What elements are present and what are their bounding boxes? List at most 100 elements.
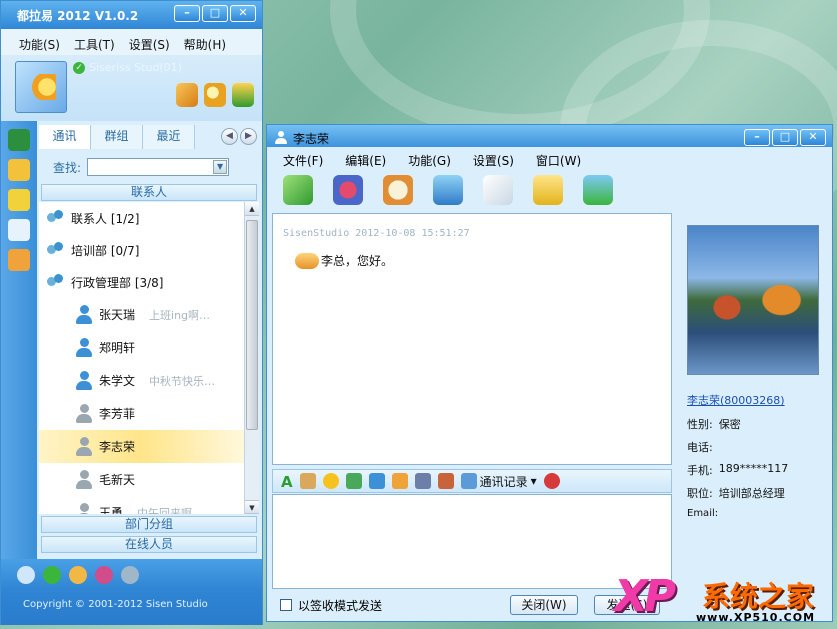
picture-icon[interactable] xyxy=(437,473,454,489)
user-offline-icon xyxy=(75,436,93,457)
chat-window-title: 李志荣 xyxy=(293,131,330,146)
globe-icon[interactable] xyxy=(121,566,139,584)
menu-settings[interactable]: 设置(S) xyxy=(473,152,514,171)
contact-name: 李芳菲 xyxy=(99,407,136,421)
contact-row[interactable]: 李芳菲 xyxy=(39,397,244,430)
contact-row[interactable]: 毛新天 xyxy=(39,463,244,496)
menu-function[interactable]: 功能(S) xyxy=(19,36,60,55)
brush-icon[interactable] xyxy=(95,566,113,584)
group-row[interactable]: 行政管理部 [3/8] xyxy=(39,266,244,298)
menu-file[interactable]: 文件(F) xyxy=(283,152,323,171)
contact-row[interactable]: 朱学文 中秋节快乐… xyxy=(39,364,244,397)
contact-row[interactable]: 郑明轩 xyxy=(39,331,244,364)
menu-function[interactable]: 功能(G) xyxy=(408,152,451,171)
prev-arrow-icon[interactable]: ◀ xyxy=(221,128,238,145)
tab-groups[interactable]: 群组 xyxy=(91,125,143,149)
close-chat-button[interactable]: 关闭(W) xyxy=(510,595,578,615)
search-user-icon[interactable] xyxy=(204,83,226,107)
main-window: 都拉易 2012 V1.0.2 – □ ✕ 功能(S) 工具(T) 设置(S) … xyxy=(0,0,263,625)
profile-header: ✓ Siseriss Stud(01) xyxy=(1,55,262,121)
search-input[interactable]: ▼ xyxy=(87,158,230,176)
chat-title-bar[interactable]: 李志荣 – □ ✕ xyxy=(267,125,832,147)
remote-desktop-icon[interactable] xyxy=(433,175,463,205)
video-call-icon[interactable] xyxy=(333,175,363,205)
scroll-up-icon[interactable]: ▲ xyxy=(245,202,259,216)
contact-list-scrollbar[interactable]: ▲ ▼ xyxy=(244,202,259,514)
emoji-icon[interactable] xyxy=(322,473,339,489)
contacts-tab-icon[interactable] xyxy=(8,129,30,151)
user-status-text: Siseriss Stud(01) xyxy=(89,61,182,74)
contact-list: 联系人 [1/2] 培训部 [0/7] 行政管理部 [3/8] 张天瑞 上班in… xyxy=(39,202,244,514)
gender-label: 性别: xyxy=(687,418,713,431)
contact-status: 中秋节快乐… xyxy=(149,374,216,388)
settings-icon[interactable] xyxy=(69,566,87,584)
shield-icon[interactable] xyxy=(8,189,30,211)
contact-row[interactable]: 张天瑞 上班ing啊… xyxy=(39,298,244,331)
tab-nav: ◀ ▶ xyxy=(221,128,257,145)
contact-name: 王勇 xyxy=(99,506,124,514)
message-history[interactable]: SisenStudio 2012-10-08 15:51:27 李总，您好。 xyxy=(272,213,672,465)
group-label: 联系人 [1/2] xyxy=(71,211,140,226)
main-title-bar[interactable]: 都拉易 2012 V1.0.2 – □ ✕ xyxy=(1,1,262,29)
message-text: 李总，您好。 xyxy=(321,254,394,268)
online-section-bar[interactable]: 在线人员 xyxy=(41,536,257,553)
close-button[interactable]: ✕ xyxy=(230,5,256,22)
contact-row-selected[interactable]: 李志荣 xyxy=(39,430,244,463)
document-icon[interactable] xyxy=(483,175,513,205)
tool-icon[interactable] xyxy=(176,83,198,107)
contacts-icon[interactable] xyxy=(232,83,254,107)
history-button[interactable]: 通讯记录 ▾ xyxy=(460,473,537,490)
group-row[interactable]: 培训部 [0/7] xyxy=(39,234,244,266)
search-row: 查找: ▼ xyxy=(39,155,261,179)
minimize-button[interactable]: – xyxy=(744,129,770,146)
menu-tools[interactable]: 工具(T) xyxy=(74,36,115,55)
contact-photo xyxy=(687,225,819,375)
screenshot-icon[interactable] xyxy=(345,473,362,489)
font-icon[interactable]: A xyxy=(281,473,293,491)
volume-icon[interactable] xyxy=(17,566,35,584)
add-icon[interactable] xyxy=(43,566,61,584)
contact-status: 上班ing啊… xyxy=(149,308,211,322)
group-label: 行政管理部 [3/8] xyxy=(71,275,164,290)
search-label: 查找: xyxy=(53,160,82,175)
image-icon[interactable] xyxy=(299,473,316,489)
maximize-button[interactable]: □ xyxy=(202,5,228,22)
scroll-thumb[interactable] xyxy=(246,220,258,430)
no-entry-icon[interactable] xyxy=(543,473,560,489)
avatar[interactable] xyxy=(15,61,67,113)
group-row[interactable]: 联系人 [1/2] xyxy=(39,202,244,234)
receipt-mode-checkbox[interactable] xyxy=(280,599,292,611)
menu-settings[interactable]: 设置(S) xyxy=(129,36,170,55)
menu-help[interactable]: 帮助(H) xyxy=(184,36,226,55)
tab-recent[interactable]: 最近 xyxy=(143,125,195,149)
menu-window[interactable]: 窗口(W) xyxy=(536,152,581,171)
info-icon[interactable] xyxy=(8,219,30,241)
status-line[interactable]: ✓ Siseriss Stud(01) xyxy=(73,61,182,74)
globe-icon[interactable] xyxy=(8,159,30,181)
send-file-icon[interactable] xyxy=(283,175,313,205)
audio-call-icon[interactable] xyxy=(383,175,413,205)
menu-edit[interactable]: 编辑(E) xyxy=(345,152,386,171)
shake-icon[interactable] xyxy=(368,473,385,489)
contact-row[interactable]: 王勇 中午回来啊 xyxy=(39,496,244,514)
group-chat-icon[interactable] xyxy=(583,175,613,205)
close-button[interactable]: ✕ xyxy=(800,129,826,146)
format-toolbar: A 通讯记录 ▾ xyxy=(272,469,672,493)
tab-contacts[interactable]: 通讯 xyxy=(39,125,91,149)
print-icon[interactable] xyxy=(414,473,431,489)
fire-icon[interactable] xyxy=(391,473,408,489)
chevron-down-icon[interactable]: ▼ xyxy=(213,160,228,174)
phone-icon[interactable] xyxy=(8,249,30,271)
hand-cursor-icon xyxy=(295,252,319,269)
minimize-button[interactable]: – xyxy=(174,5,200,22)
scroll-down-icon[interactable]: ▼ xyxy=(245,500,259,514)
contact-name-link[interactable]: 李志荣(80003268) xyxy=(687,392,785,408)
next-arrow-icon[interactable]: ▶ xyxy=(240,128,257,145)
contacts-section-bar[interactable]: 联系人 xyxy=(41,184,257,201)
chat-window-controls: – □ ✕ xyxy=(744,129,826,146)
department-section-bar[interactable]: 部门分组 xyxy=(41,516,257,533)
message-header: SisenStudio 2012-10-08 15:51:27 xyxy=(283,228,470,239)
email-label: Email: xyxy=(687,508,719,519)
folder-check-icon[interactable] xyxy=(533,175,563,205)
maximize-button[interactable]: □ xyxy=(772,129,798,146)
